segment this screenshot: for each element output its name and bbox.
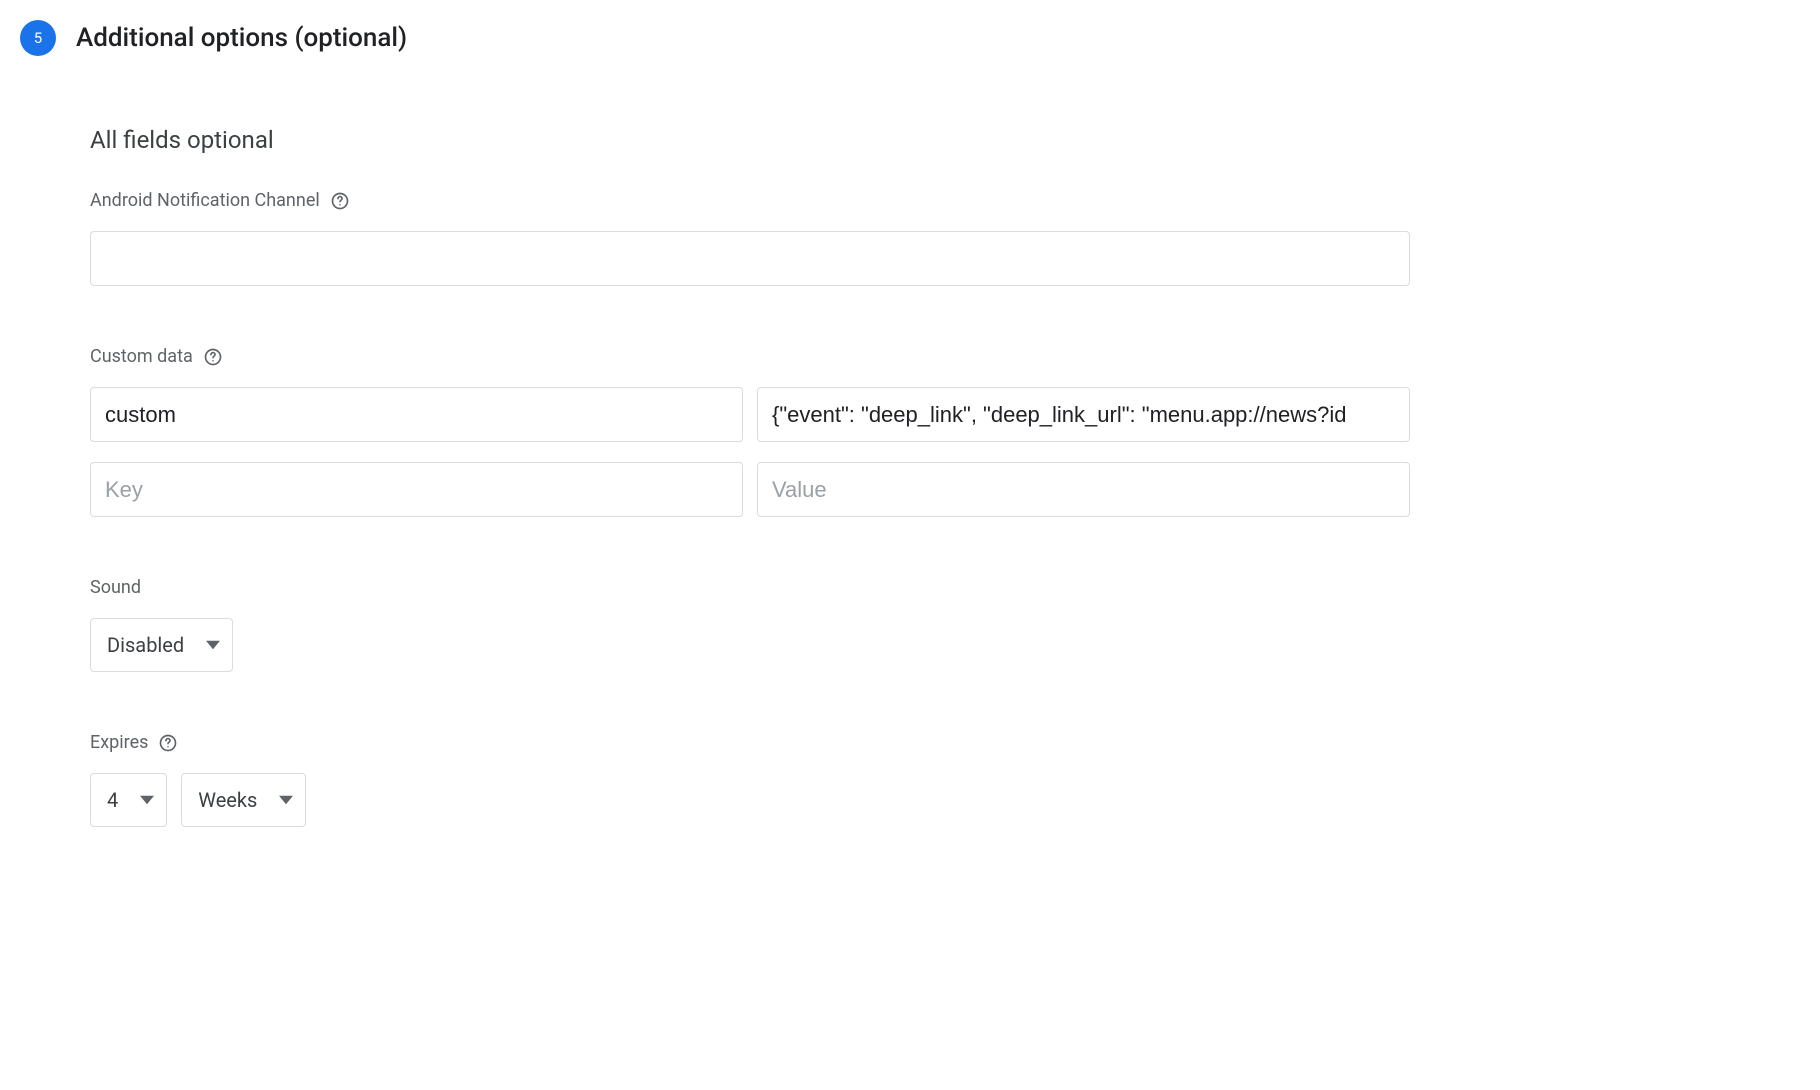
custom-data-key-input[interactable] bbox=[90, 462, 743, 517]
section-title: Additional options (optional) bbox=[76, 23, 407, 53]
expires-unit-select[interactable]: Weeks bbox=[181, 773, 306, 827]
custom-data-row bbox=[90, 462, 1410, 517]
sound-label: Sound bbox=[90, 577, 141, 598]
android-channel-label: Android Notification Channel bbox=[90, 190, 320, 211]
custom-data-label-row: Custom data bbox=[90, 346, 1410, 367]
custom-data-key-input[interactable] bbox=[90, 387, 743, 442]
expires-unit-value: Weeks bbox=[198, 788, 257, 812]
expires-amount-value: 4 bbox=[107, 788, 118, 812]
sound-label-row: Sound bbox=[90, 577, 1410, 598]
custom-data-label: Custom data bbox=[90, 346, 193, 367]
android-channel-label-row: Android Notification Channel bbox=[90, 190, 1410, 211]
sound-group: Sound Disabled bbox=[90, 577, 1410, 672]
expires-label: Expires bbox=[90, 732, 148, 753]
expires-label-row: Expires bbox=[90, 732, 1410, 753]
chevron-down-icon bbox=[140, 793, 154, 807]
custom-data-value-input[interactable] bbox=[757, 462, 1410, 517]
help-icon[interactable] bbox=[158, 733, 178, 753]
sound-select[interactable]: Disabled bbox=[90, 618, 233, 672]
step-number-badge: 5 bbox=[20, 20, 56, 56]
step-number: 5 bbox=[34, 29, 42, 47]
sound-selected-value: Disabled bbox=[107, 633, 184, 657]
custom-data-group: Custom data bbox=[90, 346, 1410, 517]
help-icon[interactable] bbox=[203, 347, 223, 367]
section-header: 5 Additional options (optional) bbox=[20, 20, 1790, 56]
expires-group: Expires 4 Weeks bbox=[90, 732, 1410, 827]
expires-amount-select[interactable]: 4 bbox=[90, 773, 167, 827]
help-icon[interactable] bbox=[330, 191, 350, 211]
android-channel-input[interactable] bbox=[90, 231, 1410, 286]
chevron-down-icon bbox=[206, 638, 220, 652]
android-channel-group: Android Notification Channel bbox=[90, 190, 1410, 286]
subtitle: All fields optional bbox=[90, 126, 1410, 154]
chevron-down-icon bbox=[279, 793, 293, 807]
custom-data-value-input[interactable] bbox=[757, 387, 1410, 442]
custom-data-row bbox=[90, 387, 1410, 442]
